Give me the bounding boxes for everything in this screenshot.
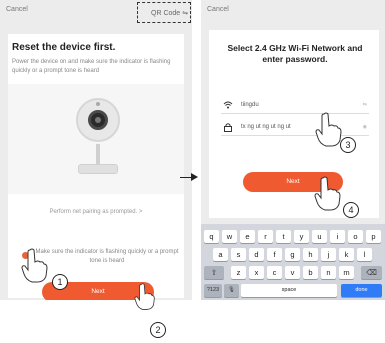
key-l[interactable]: l xyxy=(357,248,372,261)
confirm-checkbox-label: Make sure the indicator is flashing quic… xyxy=(35,249,179,264)
shift-key[interactable]: ⇧ xyxy=(204,266,224,279)
key-t[interactable]: t xyxy=(276,230,291,243)
key-y[interactable]: y xyxy=(294,230,309,243)
pairing-help-link[interactable]: Perform net pairing as prompted. > xyxy=(8,209,184,215)
key-f[interactable]: f xyxy=(267,248,282,261)
key-r[interactable]: r xyxy=(258,230,273,243)
wifi-screen: Cancel Select 2.4 GHz Wi-Fi Network and … xyxy=(201,0,385,300)
key-d[interactable]: d xyxy=(249,248,264,261)
camera-base xyxy=(78,164,118,174)
key-h[interactable]: h xyxy=(303,248,318,261)
key-i[interactable]: i xyxy=(330,230,345,243)
camera-lens xyxy=(88,110,108,130)
switch-network-icon[interactable]: ⇆ xyxy=(363,102,367,108)
cancel-button[interactable]: Cancel xyxy=(207,6,229,13)
cancel-button[interactable]: Cancel xyxy=(6,6,28,13)
microphone-key[interactable]: 🎙 xyxy=(224,284,239,297)
camera-indicator xyxy=(96,102,100,106)
callout-1: 1 xyxy=(52,274,68,290)
wifi-card: Select 2.4 GHz Wi-Fi Network and enter p… xyxy=(209,30,379,218)
key-z[interactable]: z xyxy=(231,266,246,279)
lock-icon xyxy=(223,122,233,134)
hand-pointer-icon xyxy=(21,248,48,283)
key-c[interactable]: c xyxy=(267,266,282,279)
flow-arrow-icon xyxy=(191,173,198,181)
hand-pointer-icon xyxy=(314,176,341,211)
space-key[interactable]: space xyxy=(241,284,337,297)
key-j[interactable]: j xyxy=(321,248,336,261)
key-v[interactable]: v xyxy=(285,266,300,279)
done-key[interactable]: done xyxy=(341,284,382,297)
wifi-ssid-value: tiingdu xyxy=(241,102,259,108)
on-screen-keyboard: q w e r t y u i o p a s d f g h j k l ⇧ z x c v b n m ⌫ ?123 🎙 space do… xyxy=(201,224,385,300)
key-k[interactable]: k xyxy=(339,248,354,261)
wifi-icon xyxy=(223,100,233,112)
qr-scan-icon: ⇋ xyxy=(182,10,189,17)
backspace-key[interactable]: ⌫ xyxy=(361,266,382,279)
page-title: Reset the device first. xyxy=(12,42,116,53)
camera-icon xyxy=(76,98,120,142)
camera-illustration xyxy=(8,84,184,194)
page-title: Select 2.4 GHz Wi-Fi Network and enter p… xyxy=(227,43,363,64)
callout-3: 3 xyxy=(340,137,356,153)
key-a[interactable]: a xyxy=(213,248,228,261)
key-b[interactable]: b xyxy=(303,266,318,279)
top-bar: Cancel xyxy=(201,0,385,28)
key-o[interactable]: o xyxy=(348,230,363,243)
key-w[interactable]: w xyxy=(222,230,237,243)
callout-4: 4 xyxy=(343,202,359,218)
key-m[interactable]: m xyxy=(339,266,354,279)
key-x[interactable]: x xyxy=(249,266,264,279)
key-s[interactable]: s xyxy=(231,248,246,261)
wifi-ssid-field[interactable]: tiingdu ⇆ xyxy=(221,98,369,114)
camera-stand xyxy=(96,144,100,166)
numbers-key[interactable]: ?123 xyxy=(204,284,222,297)
key-n[interactable]: n xyxy=(321,266,336,279)
wifi-password-value: tx ng ut ng ut ng ut xyxy=(241,124,291,130)
wifi-password-field[interactable]: tx ng ut ng ut ng ut ◉ xyxy=(221,120,369,136)
key-p[interactable]: p xyxy=(366,230,381,243)
show-password-icon[interactable]: ◉ xyxy=(363,124,367,130)
hand-pointer-icon xyxy=(134,283,155,310)
reset-description: Power the device on and make sure the in… xyxy=(12,59,171,74)
key-q[interactable]: q xyxy=(204,230,219,243)
qr-code-button[interactable]: QR Code ⇋ xyxy=(151,9,188,17)
key-e[interactable]: e xyxy=(240,230,255,243)
key-u[interactable]: u xyxy=(312,230,327,243)
qr-code-label: QR Code xyxy=(151,10,181,17)
callout-2: 2 xyxy=(150,322,166,338)
key-g[interactable]: g xyxy=(285,248,300,261)
